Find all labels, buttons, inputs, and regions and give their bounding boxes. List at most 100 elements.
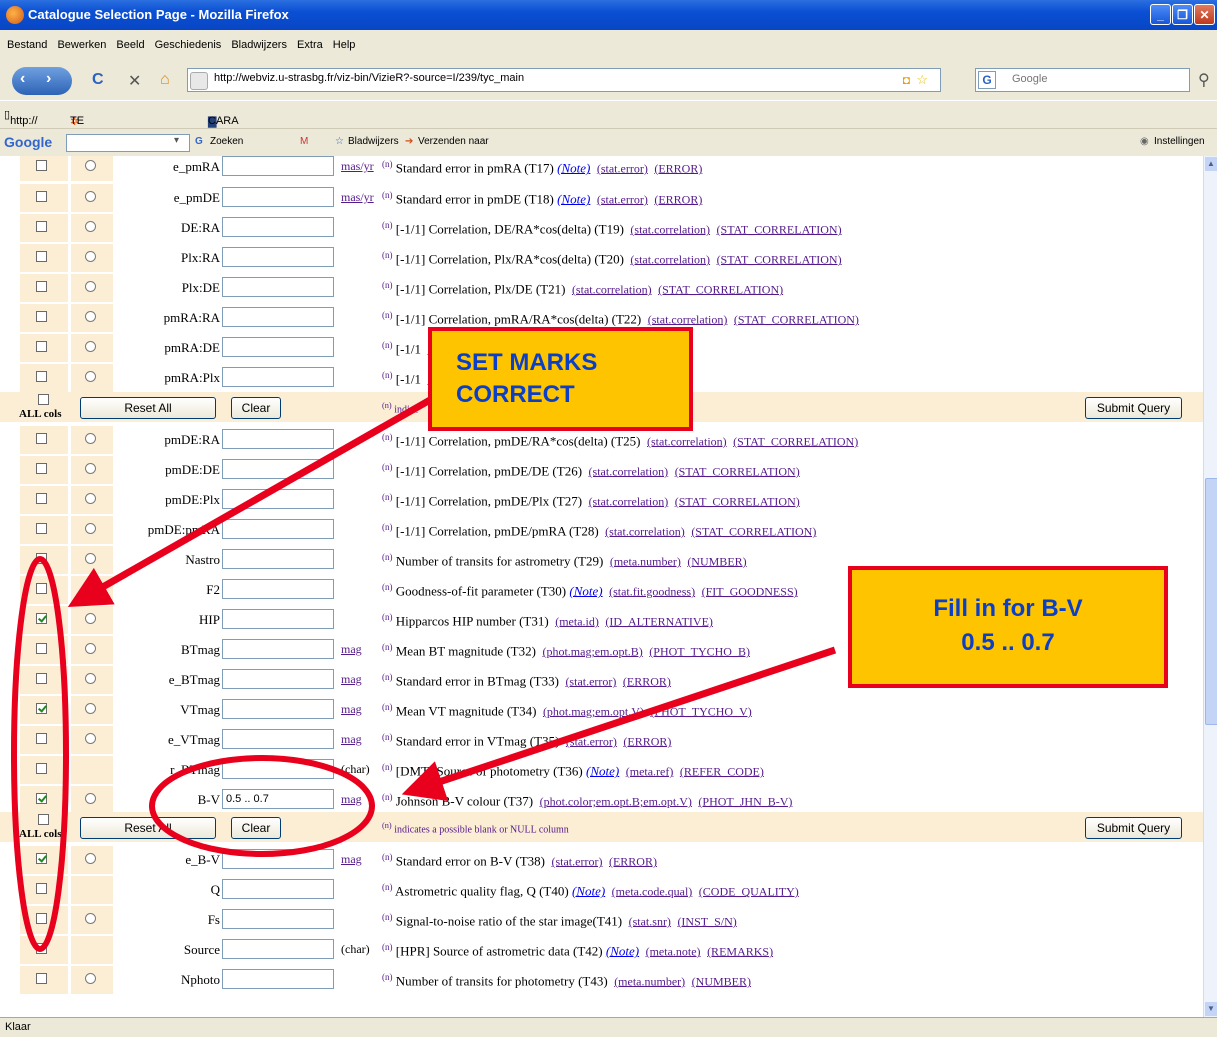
column-display-checkbox[interactable] — [36, 853, 47, 864]
ucd-link[interactable]: (stat.error) — [551, 854, 602, 868]
note-link[interactable]: (Note) — [586, 763, 619, 778]
column-unit[interactable]: mas/yr — [341, 190, 374, 205]
ucd-link[interactable]: (stat.correlation) — [647, 434, 727, 448]
column-display-checkbox[interactable] — [36, 463, 47, 474]
google-instellingen[interactable]: Instellingen — [1154, 136, 1205, 147]
column-display-checkbox[interactable] — [36, 883, 47, 894]
reset-all-button[interactable]: Reset All — [80, 397, 216, 419]
type-link[interactable]: (INST_S/N) — [677, 914, 736, 928]
constraint-input[interactable] — [222, 429, 334, 449]
column-unit[interactable]: mag — [341, 852, 362, 867]
note-link[interactable]: (Note) — [557, 160, 590, 175]
google-verzenden[interactable]: Verzenden naar — [418, 136, 489, 147]
sort-radio-button[interactable] — [85, 853, 96, 864]
constraint-input[interactable] — [222, 519, 334, 539]
stop-icon[interactable]: ✕ — [128, 71, 141, 91]
ucd-link[interactable]: (stat.correlation) — [605, 524, 685, 538]
column-display-checkbox[interactable] — [36, 943, 47, 954]
sort-radio-button[interactable] — [85, 251, 96, 262]
column-display-checkbox[interactable] — [36, 371, 47, 382]
sort-radio-button[interactable] — [85, 493, 96, 504]
column-display-checkbox[interactable] — [36, 643, 47, 654]
note-link[interactable]: (Note) — [606, 943, 639, 958]
sort-radio-button[interactable] — [85, 553, 96, 564]
column-display-checkbox[interactable] — [36, 673, 47, 684]
ucd-link[interactable]: (stat.snr) — [629, 914, 671, 928]
type-link[interactable]: (ID_ALTERNATIVE) — [605, 614, 713, 628]
constraint-input[interactable] — [222, 156, 334, 176]
column-display-checkbox[interactable] — [36, 311, 47, 322]
type-link[interactable]: (ERROR) — [623, 674, 671, 688]
submit-query-button[interactable]: Submit Query — [1085, 397, 1182, 419]
note-link[interactable]: (Note) — [572, 883, 605, 898]
sort-radio-button[interactable] — [85, 613, 96, 624]
ucd-link[interactable]: (stat.correlation) — [630, 252, 710, 266]
column-display-checkbox[interactable] — [36, 221, 47, 232]
column-display-checkbox[interactable] — [36, 160, 47, 171]
sort-radio-button[interactable] — [85, 673, 96, 684]
type-link[interactable]: (STAT_CORRELATION) — [734, 312, 859, 326]
column-display-checkbox[interactable] — [36, 341, 47, 352]
type-link[interactable]: (ERROR) — [623, 734, 671, 748]
menu-bladwijzers[interactable]: Bladwijzers — [231, 39, 287, 51]
type-link[interactable]: (CODE_QUALITY) — [699, 884, 799, 898]
column-display-checkbox[interactable] — [36, 793, 47, 804]
scrollbar-thumb[interactable] — [1205, 478, 1217, 725]
reload-icon[interactable]: C — [92, 71, 104, 89]
constraint-input[interactable] — [222, 247, 334, 267]
note-link[interactable]: (Note) — [569, 583, 602, 598]
constraint-input[interactable] — [222, 337, 334, 357]
vertical-scrollbar[interactable]: ▲ ▼ — [1203, 156, 1217, 1017]
ucd-link[interactable]: (phot.mag;em.opt.V) — [543, 704, 644, 718]
constraint-input[interactable] — [222, 729, 334, 749]
type-link[interactable]: (PHOT_TYCHO_V) — [650, 704, 751, 718]
ucd-link[interactable]: (stat.correlation) — [589, 494, 669, 508]
constraint-input[interactable] — [222, 789, 334, 809]
column-unit[interactable]: mag — [341, 642, 362, 657]
constraint-input[interactable] — [222, 969, 334, 989]
constraint-input[interactable] — [222, 879, 334, 899]
clear-button[interactable]: Clear — [231, 397, 281, 419]
close-button[interactable]: ✕ — [1194, 4, 1215, 25]
menu-beeld[interactable]: Beeld — [116, 39, 144, 51]
sort-radio-button[interactable] — [85, 341, 96, 352]
menu-bewerken[interactable]: Bewerken — [57, 39, 106, 51]
type-link[interactable]: (NUMBER) — [687, 554, 746, 568]
sort-radio-button[interactable] — [85, 793, 96, 804]
sort-radio-button[interactable] — [85, 191, 96, 202]
type-link[interactable]: (FIT_GOODNESS) — [702, 584, 798, 598]
sort-radio-button[interactable] — [85, 703, 96, 714]
column-unit[interactable]: mag — [341, 702, 362, 717]
gmail-icon[interactable]: M — [300, 136, 308, 147]
constraint-input[interactable] — [222, 909, 334, 929]
sort-radio-button[interactable] — [85, 281, 96, 292]
ucd-link[interactable]: (stat.fit.goodness) — [609, 584, 695, 598]
type-link[interactable]: (PHOT_JHN_B-V) — [698, 794, 792, 808]
dropdown-arrow-icon[interactable]: ▾ — [174, 135, 179, 146]
constraint-input[interactable] — [222, 277, 334, 297]
forward-arrow-icon[interactable]: › — [46, 70, 51, 88]
column-unit[interactable]: mag — [341, 732, 362, 747]
ucd-link[interactable]: (stat.correlation) — [648, 312, 728, 326]
column-display-checkbox[interactable] — [36, 493, 47, 504]
column-display-checkbox[interactable] — [36, 703, 47, 714]
constraint-input[interactable] — [222, 849, 334, 869]
type-link[interactable]: (STAT_CORRELATION) — [717, 252, 842, 266]
ucd-link[interactable]: (meta.number) — [614, 974, 685, 988]
type-link[interactable]: (STAT_CORRELATION) — [658, 282, 783, 296]
ucd-link[interactable]: (stat.error) — [597, 161, 648, 175]
constraint-input[interactable] — [222, 367, 334, 387]
type-link[interactable]: (STAT_CORRELATION) — [691, 524, 816, 538]
ucd-link[interactable]: (stat.error) — [597, 192, 648, 206]
type-link[interactable]: (REFER_CODE) — [680, 764, 764, 778]
sort-radio-button[interactable] — [85, 973, 96, 984]
column-display-checkbox[interactable] — [36, 763, 47, 774]
search-input[interactable] — [1010, 72, 1154, 86]
sort-radio-button[interactable] — [85, 733, 96, 744]
constraint-input[interactable] — [222, 609, 334, 629]
type-link[interactable]: (STAT_CORRELATION) — [717, 222, 842, 236]
type-link[interactable]: (ERROR) — [654, 161, 702, 175]
url-bar[interactable]: ◘ ☆ — [187, 68, 941, 92]
ucd-link[interactable]: (stat.correlation) — [589, 464, 669, 478]
ucd-link[interactable]: (meta.note) — [646, 944, 701, 958]
